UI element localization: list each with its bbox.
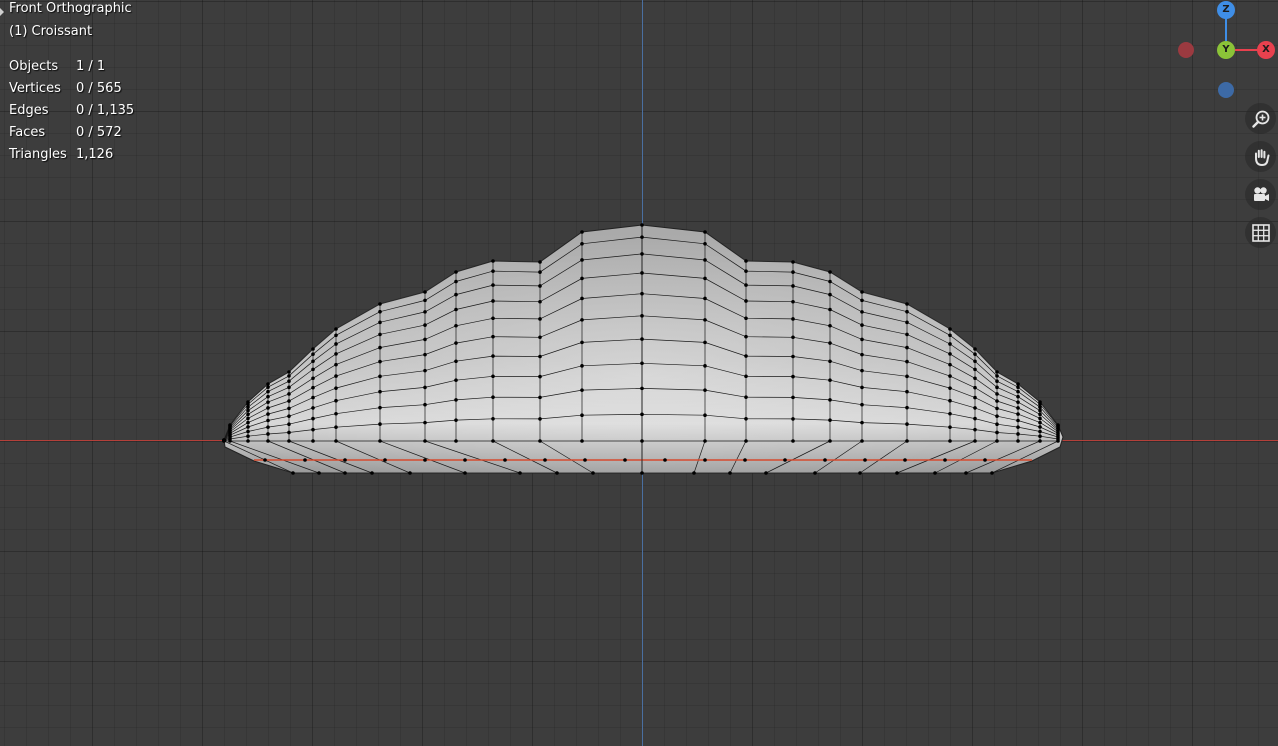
stat-row-vertices: Vertices 0 / 565 xyxy=(9,81,134,103)
stat-label: Faces xyxy=(9,125,46,140)
navigation-gizmo[interactable]: Z Y X xyxy=(1170,0,1278,104)
stat-row-objects: Objects 1 / 1 xyxy=(9,59,134,81)
stat-value: 0 / 572 xyxy=(76,125,122,140)
stat-value: 0 / 565 xyxy=(76,81,122,96)
stat-row-faces: Faces 0 / 572 xyxy=(9,125,134,147)
stat-value: 0 / 1,135 xyxy=(76,103,135,118)
statistics-overlay: Objects 1 / 1 Vertices 0 / 565 Edges 0 /… xyxy=(9,59,134,169)
gizmo-negative-z-axis[interactable] xyxy=(1218,82,1234,98)
zoom-button[interactable] xyxy=(1245,103,1276,134)
hand-pan-icon xyxy=(1254,148,1269,166)
stat-label: Objects xyxy=(9,59,59,74)
stat-row-edges: Edges 0 / 1,135 xyxy=(9,103,134,125)
stat-value: 1,126 xyxy=(76,147,114,162)
active-object-label: (1) Croissant xyxy=(9,24,93,39)
gizmo-z-line xyxy=(1225,18,1227,42)
gizmo-x-line xyxy=(1235,49,1259,51)
perspective-toggle-button[interactable] xyxy=(1245,217,1276,248)
stat-label: Triangles xyxy=(9,147,67,162)
stat-label: Vertices xyxy=(9,81,61,96)
grid-perspective-icon xyxy=(1251,223,1270,242)
camera-view-button[interactable] xyxy=(1245,179,1276,210)
croissant-mesh[interactable] xyxy=(0,0,1278,746)
3d-viewport[interactable]: Front Orthographic (1) Croissant Objects… xyxy=(0,0,1278,746)
view-name: Front Orthographic xyxy=(9,1,132,16)
stat-label: Edges xyxy=(9,103,49,118)
pan-button[interactable] xyxy=(1245,141,1276,172)
stat-value: 1 / 1 xyxy=(76,59,106,74)
gizmo-negative-x-axis[interactable] xyxy=(1178,42,1194,58)
camera-view-icon xyxy=(1253,186,1269,201)
gizmo-z-axis[interactable]: Z xyxy=(1217,1,1235,19)
zoom-icon xyxy=(1251,110,1269,128)
header-collapse-arrow[interactable] xyxy=(0,8,4,16)
stat-row-triangles: Triangles 1,126 xyxy=(9,147,134,169)
gizmo-y-axis[interactable]: Y xyxy=(1217,41,1235,59)
gizmo-x-axis[interactable]: X xyxy=(1257,41,1275,59)
